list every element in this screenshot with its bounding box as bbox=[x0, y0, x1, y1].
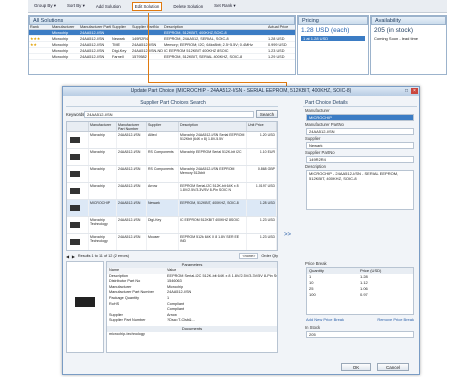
results-header: Manufacturer Manufacturer Part Number Su… bbox=[67, 122, 277, 132]
add-price-break-link[interactable]: Add New Price Break bbox=[306, 317, 344, 322]
dialog-title: Update Part Choice (MICROCHIP - 24AA512-… bbox=[130, 88, 352, 94]
pricing-order[interactable]: 1 at 1.28 USD bbox=[301, 36, 365, 41]
add-solution-button[interactable]: Add Solution bbox=[96, 4, 121, 9]
chip-thumbnail-icon bbox=[70, 205, 80, 211]
update-part-choice-dialog: Update Part Choice (MICROCHIP - 24AA512-… bbox=[62, 86, 420, 375]
dialog-titlebar: Update Part Choice (MICROCHIP - 24AA512-… bbox=[63, 87, 419, 96]
col-description[interactable]: Description bbox=[163, 25, 267, 29]
details-title: Part Choice Details bbox=[303, 99, 417, 107]
keywords-label: Keywords: bbox=[66, 111, 86, 117]
price-break-row[interactable]: 100 0.97 bbox=[307, 292, 413, 298]
col-price[interactable]: Actual Price bbox=[267, 25, 295, 29]
result-row[interactable]: Microchip 24AA512-I/SN RS Components Microc… bbox=[67, 149, 277, 166]
mfr-partno-label: Manufacturer PartNo bbox=[305, 122, 344, 127]
chip-thumbnail-icon bbox=[70, 222, 80, 228]
in-stock-field[interactable]: 205 bbox=[306, 331, 414, 338]
solution-row[interactable]: Microchip 24AA512-I/SN Farnell 1579582 E… bbox=[29, 54, 295, 60]
preview-image-box bbox=[66, 261, 104, 353]
document-link[interactable]: microchip-technology bbox=[107, 332, 145, 338]
pricing-title: Pricing bbox=[298, 16, 368, 25]
ok-button[interactable]: OK bbox=[341, 363, 371, 371]
chip-image-icon bbox=[75, 297, 95, 307]
supplier-label: Supplier bbox=[305, 136, 321, 141]
result-row[interactable]: Microchip 24AA512-I/SN Allied Microchip 24A… bbox=[67, 132, 277, 149]
manufacturer-label: Manufacturer bbox=[305, 108, 330, 113]
callout-line bbox=[148, 82, 286, 83]
results-footer: ◀ ▶ Results 1 to 11 of 12 (2 errors) <no… bbox=[66, 252, 278, 260]
col-supplier[interactable]: Supplier bbox=[111, 25, 131, 29]
col-partno[interactable]: Manufacturer PartNo bbox=[79, 25, 111, 29]
search-title: Supplier Part Choices Search bbox=[66, 99, 278, 107]
result-row[interactable]: Microchip 24AA512-I/SN RS Components Microc… bbox=[67, 166, 277, 183]
supplier-partno-field[interactable]: 149R2R4 bbox=[306, 156, 414, 163]
chip-thumbnail-icon bbox=[70, 239, 80, 245]
col-manufacturer[interactable]: Manufacturer bbox=[51, 25, 79, 29]
keywords-input[interactable]: 24AA512-I/SN bbox=[84, 110, 254, 118]
col-mfr[interactable]: Manufacturer bbox=[89, 122, 117, 131]
main-toolbar: Group By ▾ Sort By ▾ Add Solution Edit S… bbox=[28, 0, 447, 13]
part-details-area: Part Choice Details Manufacturer MICROCH… bbox=[303, 99, 417, 359]
sort-by-button[interactable]: Sort By ▾ bbox=[67, 3, 85, 9]
prev-page-icon[interactable]: ◀ bbox=[66, 254, 69, 259]
transfer-arrow[interactable]: >> bbox=[284, 232, 291, 238]
param-row: Supplier Part Number ?Dsa=T-Clsb&... bbox=[109, 318, 195, 323]
availability-note: Coming Soon - lead time bbox=[374, 36, 419, 41]
document-row[interactable]: microchip-technology bbox=[107, 332, 277, 338]
remove-price-break-link[interactable]: Remove Price Break bbox=[377, 317, 414, 322]
chip-thumbnail-icon bbox=[70, 188, 80, 194]
parameters-table: Parameters Name Value Description EEPROM S… bbox=[106, 261, 278, 353]
result-row[interactable]: Microchip Technology 24AA512-I/SN Mouser EE… bbox=[67, 234, 277, 250]
supplier-partno-label: Supplier PartNo bbox=[305, 150, 335, 155]
results-count: Results 1 to 11 of 12 (2 errors) bbox=[77, 254, 130, 258]
solutions-panel: All Solutions Rank Manufacturer Manufact… bbox=[28, 15, 296, 75]
availability-value: 205 (in stock) bbox=[374, 27, 414, 34]
pricing-panel: Pricing 1.28 USD (each) 1 at 1.28 USD bbox=[297, 15, 369, 75]
result-row[interactable]: Microchip 24AA512-I/SN Arrow EEPROM Serial-… bbox=[67, 183, 277, 200]
group-by-button[interactable]: Group By ▾ bbox=[34, 3, 56, 9]
chip-thumbnail-icon bbox=[70, 154, 80, 160]
solutions-grid: Rank Manufacturer Manufacturer PartNo Su… bbox=[29, 25, 295, 60]
callout-line bbox=[148, 13, 149, 83]
availability-panel: Availability 205 (in stock) Coming Soon … bbox=[370, 15, 447, 75]
delete-solution-button[interactable]: Delete Solution bbox=[173, 4, 203, 9]
order-qty-label: Order Qty bbox=[261, 254, 278, 258]
col-supplier-partno[interactable]: Supplier PartNo bbox=[131, 25, 163, 29]
col-unit-price[interactable]: Unit Price bbox=[247, 122, 277, 131]
description-label: Description bbox=[305, 164, 326, 169]
description-field[interactable]: MICROCHIP - 24AA512-I/SN - SERIAL EEPROM… bbox=[306, 170, 414, 210]
keywords-row: Keywords: 24AA512-I/SN Search bbox=[66, 109, 278, 119]
pricing-value: 1.28 USD (each) bbox=[301, 27, 350, 34]
result-row[interactable]: Microchip Technology 24AA512-I/SN Digi-Key… bbox=[67, 217, 277, 234]
chip-thumbnail-icon bbox=[70, 137, 80, 143]
price-break-label: Price Break bbox=[305, 261, 327, 266]
close-icon[interactable]: × bbox=[411, 88, 418, 94]
set-rank-button[interactable]: Set Rank ▾ bbox=[214, 3, 235, 9]
search-button[interactable]: Search bbox=[256, 110, 278, 118]
next-page-icon[interactable]: ▶ bbox=[72, 254, 75, 259]
mfr-partno-field[interactable]: 24AA512-I/SN bbox=[306, 128, 414, 135]
availability-title: Availability bbox=[371, 16, 446, 25]
col-rank[interactable]: Rank bbox=[29, 25, 51, 29]
col-supplier[interactable]: Supplier bbox=[147, 122, 179, 131]
solutions-title: All Solutions bbox=[29, 16, 295, 25]
price-break-actions: Add New Price Break Remove Price Break bbox=[306, 317, 414, 322]
search-area: Supplier Part Choices Search Keywords: 2… bbox=[66, 99, 278, 359]
price-break-table: Quantity Price (USD) 1 1.28 10 1.12 25 1.06 … bbox=[306, 267, 414, 315]
supplier-field[interactable]: Newark bbox=[306, 142, 414, 149]
maximize-icon[interactable]: □ bbox=[403, 88, 410, 94]
result-row[interactable]: MICROCHIP 24AA512-I/SN Newark EEPROM, 512KB… bbox=[67, 200, 277, 217]
details-row: Parameters Name Value Description EEPROM S… bbox=[66, 261, 278, 353]
manufacturer-field[interactable]: MICROCHIP bbox=[306, 114, 414, 121]
currency-select[interactable]: <none> bbox=[239, 253, 259, 259]
in-stock-label: In Stock bbox=[305, 325, 321, 330]
col-mfr-partno[interactable]: Manufacturer Part Number bbox=[117, 122, 147, 131]
col-image bbox=[67, 122, 89, 131]
chip-thumbnail-icon bbox=[70, 171, 80, 177]
edit-solution-button[interactable]: Edit Solution bbox=[131, 1, 163, 11]
cancel-button[interactable]: Cancel bbox=[377, 363, 409, 371]
col-desc[interactable]: Description bbox=[179, 122, 247, 131]
results-table: Manufacturer Manufacturer Part Number Su… bbox=[66, 121, 278, 251]
